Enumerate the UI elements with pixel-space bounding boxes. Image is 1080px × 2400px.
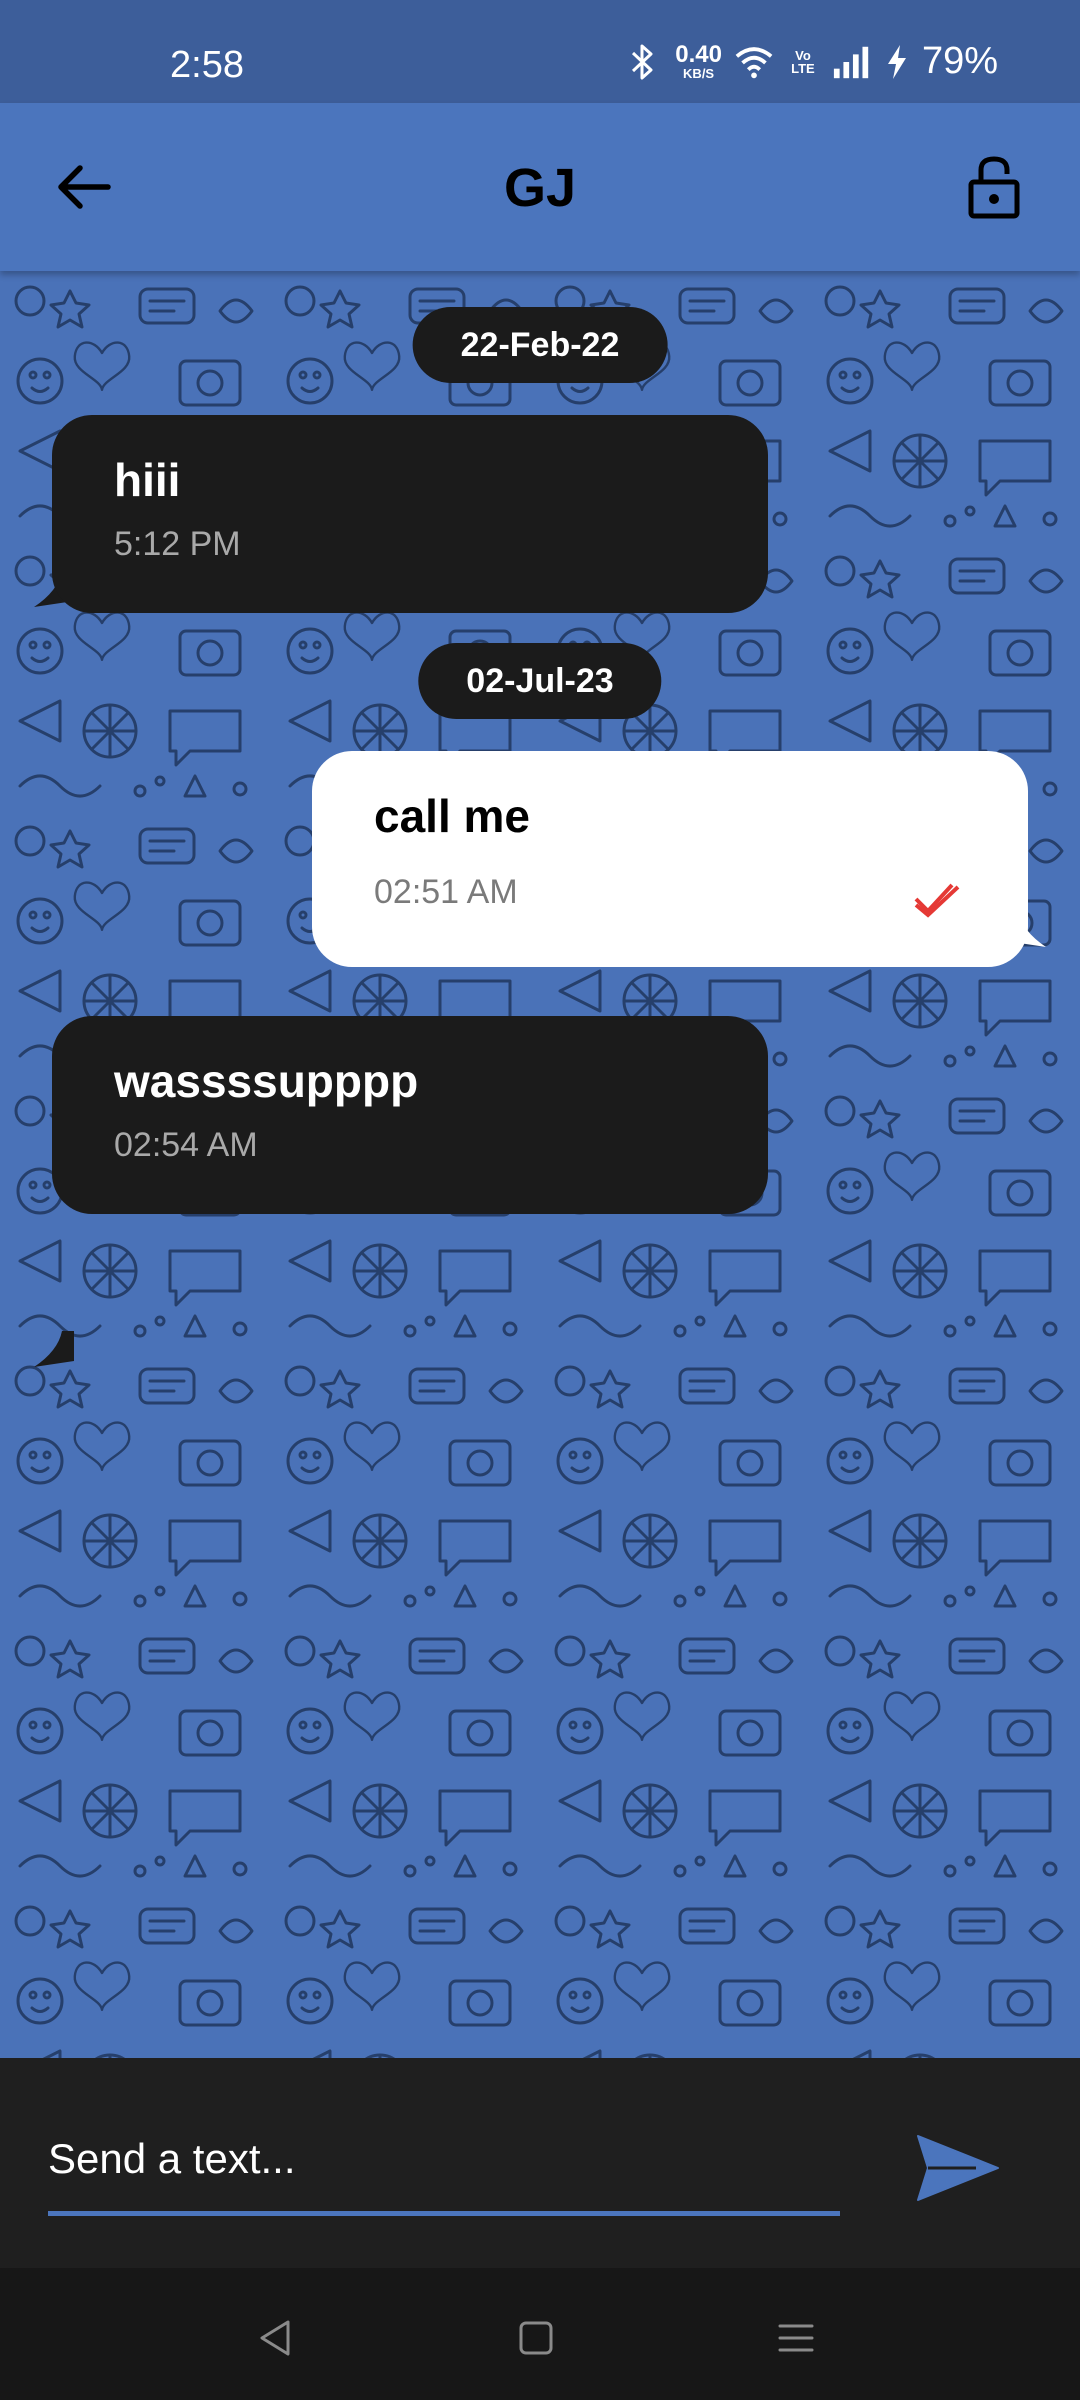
bubble-tail [34,1331,74,1367]
home-square-icon [519,2321,553,2355]
date-separator: 22-Feb-22 [412,307,668,383]
wifi-icon [734,42,774,82]
app-bar: GJ [0,103,1080,271]
double-check-icon [914,883,960,918]
recents-menu-icon [778,2324,814,2352]
volte-label: Vo LTE [791,47,815,76]
send-button[interactable] [912,2130,1004,2206]
network-speed-unit: KB/S [683,66,715,81]
message-text: hiii [114,454,181,506]
nav-recents-button[interactable] [766,2308,826,2368]
network-speed-value: 0.40 [675,41,722,68]
chat-title: GJ [503,158,577,218]
status-icons: 0.40 KB/S Vo LTE 79% [623,40,998,83]
message-time: 02:51 AM [374,873,518,911]
nav-back-button[interactable] [246,2308,306,2368]
message-time: 02:54 AM [114,1126,258,1164]
volte-icon: Vo LTE [786,42,820,82]
send-icon [917,2135,999,2201]
status-time: 2:58 [170,44,244,86]
message-bubble-incoming[interactable]: wassssupppp 02:54 AM [52,1016,768,1214]
message-text: call me [374,790,530,842]
message-composer [0,2058,1080,2268]
bluetooth-icon [623,42,663,82]
charging-icon [884,42,910,82]
network-speed: 0.40 KB/S [675,41,722,81]
system-navigation-bar [0,2268,1080,2400]
back-triangle-icon [260,2320,290,2356]
signal-icon [832,42,872,82]
lock-button[interactable] [958,149,1030,225]
date-separator: 02-Jul-23 [418,643,662,719]
message-bubble-outgoing[interactable]: call me 02:51 AM [312,751,1028,967]
unlock-icon [968,156,1020,219]
message-time: 5:12 PM [114,525,241,563]
battery-percentage: 79% [921,40,998,82]
chat-area[interactable]: 22-Feb-22 hiii 5:12 PM 02-Jul-23 call me… [0,271,1080,2058]
message-text: wassssupppp [114,1055,419,1107]
message-bubble-incoming[interactable]: hiii 5:12 PM [52,415,768,613]
message-input[interactable] [48,2106,840,2216]
nav-home-button[interactable] [506,2308,566,2368]
status-bar: 2:58 0.40 KB/S Vo LTE 79% [0,0,1080,103]
